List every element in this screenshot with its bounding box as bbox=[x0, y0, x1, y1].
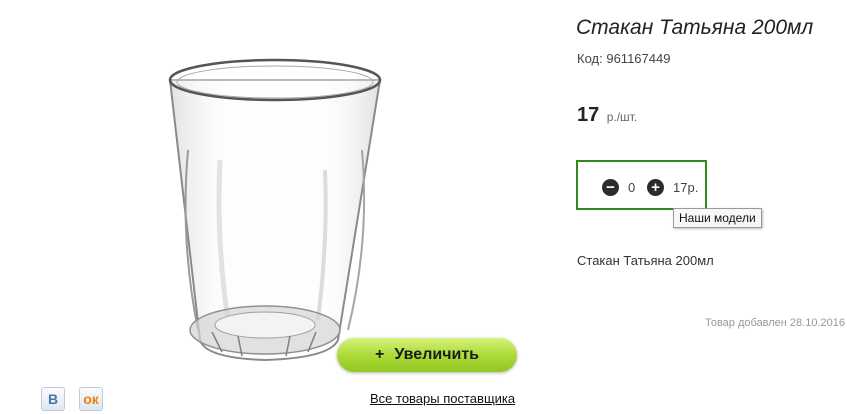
product-description: Стакан Татьяна 200мл bbox=[577, 253, 714, 268]
sku-label: Код: bbox=[577, 51, 603, 66]
cart-sum: 17р. bbox=[673, 180, 699, 195]
quantity-value: 0 bbox=[628, 180, 636, 195]
tooltip: Наши модели bbox=[673, 208, 762, 228]
minus-icon[interactable]: − bbox=[602, 179, 619, 196]
sku-value: 961167449 bbox=[606, 51, 671, 66]
price-value: 17 bbox=[577, 104, 600, 126]
zoom-button[interactable]: + Увеличить bbox=[337, 338, 517, 372]
odnoklassniki-share-icon[interactable]: ок bbox=[79, 387, 103, 411]
vk-share-icon[interactable]: В bbox=[41, 387, 65, 411]
supplier-products-link[interactable]: Все товары поставщика bbox=[370, 391, 515, 406]
cart-quantity-box: − 0 + 17р. bbox=[576, 160, 707, 210]
plus-icon[interactable]: + bbox=[647, 179, 664, 196]
product-title: Стакан Татьяна 200мл bbox=[576, 16, 814, 39]
added-date: Товар добавлен 28.10.2016 bbox=[704, 317, 845, 329]
zoom-button-label: Увеличить bbox=[394, 346, 479, 363]
product-sku: Код: 961167449 bbox=[577, 51, 670, 66]
product-price: 17 р./шт. bbox=[577, 104, 637, 127]
price-unit: р./шт. bbox=[606, 110, 638, 124]
product-photo[interactable] bbox=[150, 40, 420, 380]
zoom-plus-icon: + bbox=[374, 346, 385, 363]
